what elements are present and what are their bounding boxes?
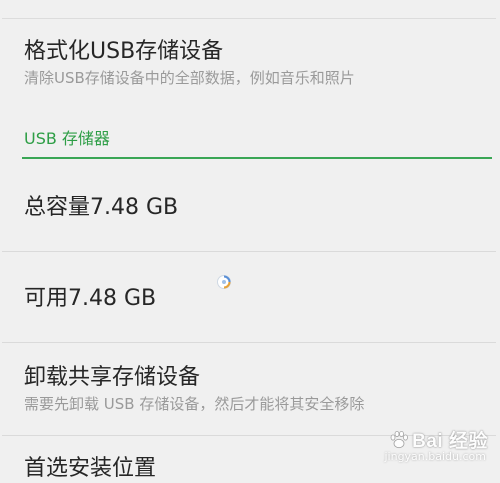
watermark-url: jingyan.baidu.com (384, 450, 486, 463)
unmount-shared-storage-subtitle: 需要先卸载 USB 存储设备，然后才能将其安全移除 (24, 395, 365, 413)
total-capacity-item: 总容量7.48 GB (2, 194, 496, 222)
usb-storage-section-header: USB 存储器 (24, 129, 110, 148)
format-usb-storage-title: 格式化USB存储设备 (24, 39, 224, 64)
settings-screen: 格式化USB存储设备 清除USB存储设备中的全部数据，例如音乐和照片 USB 存… (2, 0, 496, 482)
divider-1 (2, 251, 496, 252)
divider-2 (2, 342, 496, 343)
format-usb-storage-subtitle: 清除USB存储设备中的全部数据，例如音乐和照片 (24, 69, 355, 87)
top-divider (2, 18, 496, 19)
unmount-shared-storage-item[interactable]: 卸载共享存储设备 需要先卸载 USB 存储设备，然后才能将其安全移除 (2, 364, 496, 414)
available-space-title: 可用7.48 GB (24, 286, 157, 311)
loading-spinner-icon (217, 275, 231, 289)
format-usb-storage-item[interactable]: 格式化USB存储设备 清除USB存储设备中的全部数据，例如音乐和照片 (2, 38, 496, 88)
section-header-underline (22, 157, 492, 159)
baidu-jingyan-watermark: Bai 经验 jingyan.baidu.com (384, 426, 488, 463)
paw-logo-icon (390, 430, 409, 448)
available-space-item: 可用7.48 GB (2, 285, 496, 313)
unmount-shared-storage-title: 卸载共享存储设备 (24, 365, 201, 390)
total-capacity-title: 总容量7.48 GB (24, 195, 179, 220)
watermark-logo-text: Bai 经验 (412, 431, 488, 452)
